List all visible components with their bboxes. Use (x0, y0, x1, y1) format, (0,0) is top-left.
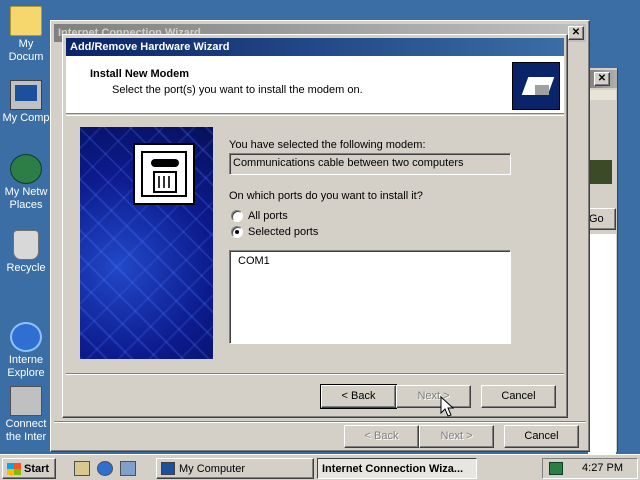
cancel-button[interactable]: Cancel (481, 385, 556, 408)
radio-button[interactable] (231, 226, 243, 238)
window-titlebar: ✕ (588, 70, 617, 88)
button-separator (66, 373, 564, 375)
telephone-icon (133, 143, 195, 205)
page-subtitle: Select the port(s) you want to install t… (112, 84, 363, 96)
connect-internet-icon (10, 386, 42, 416)
mouse-cursor-icon (440, 396, 455, 417)
back-button[interactable]: < Back (320, 384, 397, 409)
recycle-bin-icon (13, 230, 39, 260)
desktop-icon-my-computer[interactable]: My Comp (0, 80, 52, 125)
task-label: Internet Connection Wiza... (322, 462, 464, 475)
network-icon (10, 154, 42, 184)
start-button[interactable]: Start (2, 458, 56, 479)
selected-modem-field: Communications cable between two compute… (229, 153, 511, 175)
ports-question-label: On which ports do you want to install it… (229, 190, 423, 202)
windows-logo-icon (7, 462, 21, 475)
system-tray: 4:27 PM (542, 458, 638, 479)
cancel-button[interactable]: Cancel (504, 425, 579, 448)
next-button[interactable]: Next > (396, 385, 471, 408)
clock: 4:27 PM (582, 462, 623, 474)
close-button[interactable]: ✕ (594, 72, 610, 86)
background-window-right: ✕ Go (588, 68, 618, 480)
menu-strip (588, 90, 616, 100)
content-pane (588, 234, 616, 480)
wizard-banner-image (80, 127, 213, 359)
desktop-icon-label: Connect the Inter (5, 418, 47, 443)
close-button[interactable]: ✕ (568, 26, 584, 40)
desktop-icon-internet-explorer[interactable]: Interne Explore (0, 322, 52, 380)
start-label: Start (24, 462, 50, 475)
radio-label: Selected ports (248, 226, 319, 238)
computer-icon (10, 80, 42, 110)
task-label: My Computer (179, 462, 246, 475)
back-button[interactable]: < Back (344, 425, 419, 448)
network-connection-icon[interactable] (549, 462, 563, 475)
network-icon[interactable] (120, 461, 136, 476)
task-internet-connection-wizard[interactable]: Internet Connection Wiza... (317, 458, 477, 479)
taskbar: Start My Computer Internet Connection Wi… (0, 454, 640, 480)
internet-explorer-icon[interactable] (97, 461, 113, 476)
list-item[interactable]: COM1 (238, 255, 270, 267)
desktop-icon-label: Interne Explore (7, 354, 45, 379)
add-remove-hardware-wizard-dialog: Add/Remove Hardware Wizard Install New M… (62, 34, 568, 418)
hardware-card-icon (512, 62, 560, 110)
desktop-icon-recycle-bin[interactable]: Recycle (0, 230, 52, 275)
desktop-icon-my-network-places[interactable]: My Netw Places (0, 154, 52, 212)
desktop-icon-my-documents[interactable]: My Docum (0, 6, 52, 64)
throbber-icon (588, 160, 612, 184)
computer-icon (161, 462, 175, 475)
desktop-icon-label: My Comp (2, 112, 50, 124)
wizard-header: Install New Modem Select the port(s) you… (66, 56, 564, 114)
dialog-titlebar: Add/Remove Hardware Wizard (66, 38, 564, 56)
radio-button[interactable] (231, 210, 243, 222)
desktop-icon-label: My Netw Places (4, 186, 48, 211)
show-desktop-icon[interactable] (74, 461, 90, 476)
desktop-icon-label: Recycle (6, 262, 46, 274)
selected-modem-label: You have selected the following modem: (229, 139, 426, 151)
radio-label: All ports (248, 210, 288, 222)
go-button[interactable]: Go (588, 208, 616, 230)
task-my-computer[interactable]: My Computer (156, 458, 314, 479)
separator (54, 421, 586, 423)
internet-explorer-icon (10, 322, 42, 352)
desktop-icon-label: My Docum (8, 38, 44, 63)
desktop-icon-connect-internet[interactable]: Connect the Inter (0, 386, 52, 444)
folder-icon (10, 6, 42, 36)
radio-all-ports[interactable]: All ports (231, 210, 288, 222)
dialog-title: Add/Remove Hardware Wizard (70, 41, 230, 53)
radio-selected-ports[interactable]: Selected ports (231, 226, 318, 238)
header-separator (66, 115, 564, 116)
port-list[interactable]: COM1 (229, 250, 511, 344)
page-title: Install New Modem (90, 68, 190, 80)
next-button[interactable]: Next > (419, 425, 494, 448)
